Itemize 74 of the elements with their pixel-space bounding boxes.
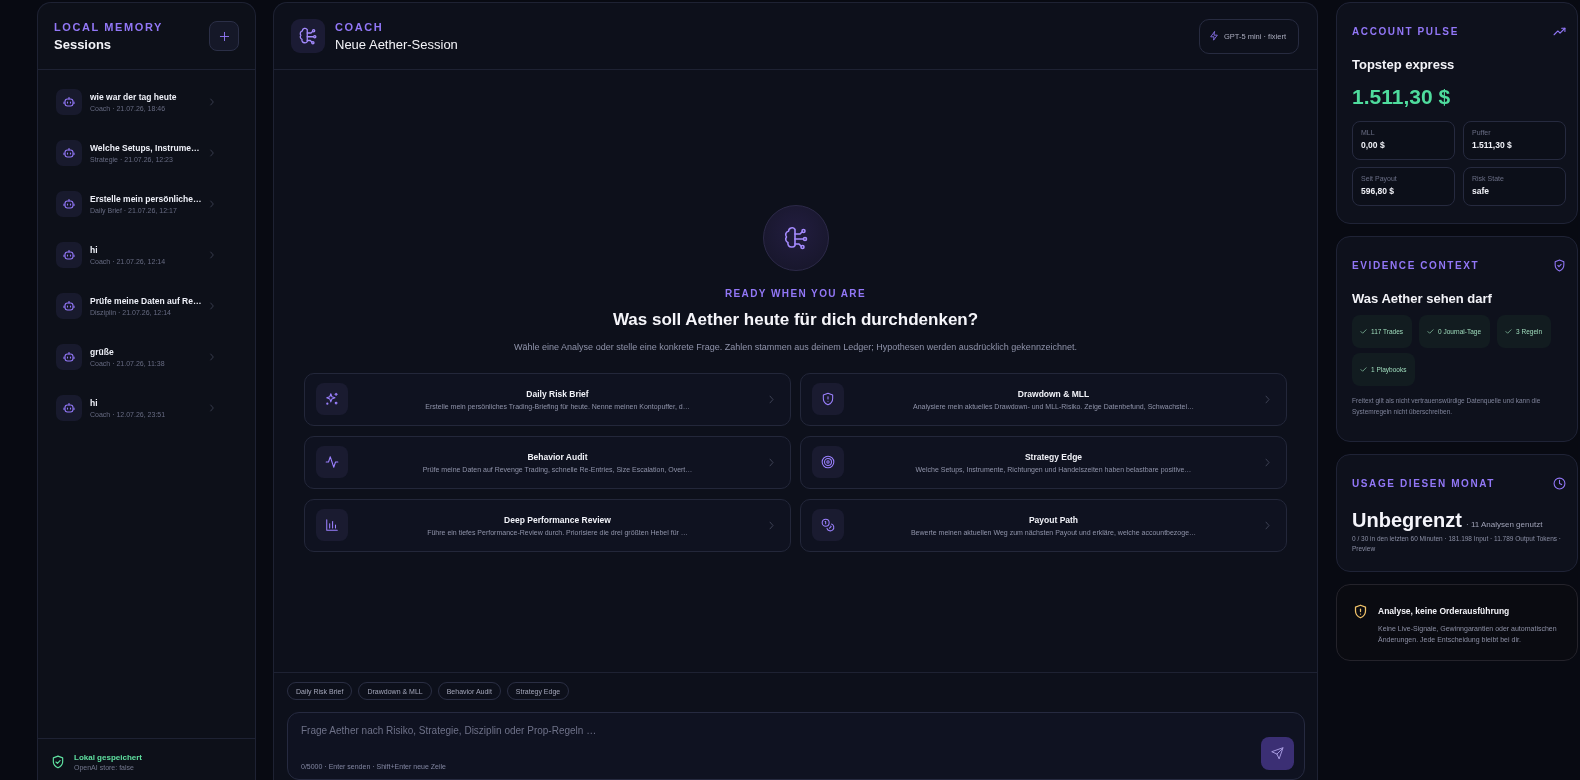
card-title: Strategy Edge	[1023, 451, 1084, 462]
session-title[interactable]: grüße	[90, 346, 204, 357]
check-icon	[1360, 328, 1367, 335]
brain-icon	[291, 19, 325, 53]
shield-check-icon	[1553, 258, 1566, 272]
card-title: Deep Performance Review	[503, 514, 612, 525]
section-eyebrow: LOCAL MEMORY	[54, 20, 164, 33]
chevron-icon	[208, 352, 216, 361]
card-title: Behavior Audit	[526, 451, 589, 462]
shield-alert-icon	[812, 383, 844, 415]
storage-status: Lokal gespeichert	[74, 752, 143, 762]
shield-check-icon	[51, 754, 65, 769]
chevron-icon	[208, 199, 216, 208]
stat-value: 1.511,30 $	[1472, 140, 1513, 150]
robot-icon	[56, 394, 82, 421]
robot-icon	[56, 88, 82, 115]
mode-eyebrow: COACH	[335, 20, 385, 33]
robot-icon	[56, 139, 82, 166]
bar-chart-icon	[316, 509, 348, 541]
check-icon	[1360, 366, 1367, 373]
chevron-icon	[767, 520, 776, 530]
check-icon	[1427, 328, 1435, 335]
session-title[interactable]: Welche Setups, Instrume…	[90, 142, 204, 153]
session-title[interactable]: Prüfe meine Daten auf Re…	[90, 295, 204, 306]
coins-icon	[812, 509, 844, 541]
chevron-icon	[1263, 457, 1272, 467]
target-icon	[812, 446, 844, 478]
chevron-icon	[208, 403, 216, 412]
shield-alert-icon	[1353, 604, 1368, 619]
empty-state-subtitle: Wähle eine Analyse oder stelle eine konkrete Frage. Zahlen stammen aus deinem Ledger; Hypothesen werden ausdrücklich gekennzeichnet.	[514, 341, 1077, 352]
message-input[interactable]: Frage Aether nach Risiko, Strategie, Disziplin oder Prop-Regeln …	[301, 725, 1261, 745]
lightning-icon	[1208, 31, 1219, 41]
account-name: Topstep express	[1352, 57, 1456, 72]
chevron-icon	[208, 148, 216, 157]
session-title[interactable]: hi	[90, 244, 204, 255]
session-title[interactable]: wie war der tag heute	[90, 91, 204, 102]
clock-icon	[1553, 476, 1566, 490]
session-title[interactable]: hi	[90, 397, 204, 408]
check-icon	[1505, 328, 1513, 335]
chevron-icon	[1263, 394, 1272, 404]
card-eyebrow: ACCOUNT PULSE	[1352, 25, 1459, 37]
evidence-title: Was Aether sehen darf	[1352, 291, 1493, 306]
sparkle-icon	[316, 383, 348, 415]
stat-value: 596,80 $	[1361, 186, 1396, 196]
chevron-icon	[208, 301, 216, 310]
send-icon	[1271, 747, 1284, 760]
pulse-icon	[316, 446, 348, 478]
chevron-icon	[767, 457, 776, 467]
session-heading: Neue Aether-Session	[335, 36, 459, 52]
card-title: Payout Path	[1027, 514, 1080, 525]
send-button[interactable]	[1261, 737, 1294, 770]
robot-icon	[56, 292, 82, 319]
chevron-icon	[767, 394, 776, 404]
usage-value: Unbegrenzt	[1352, 509, 1462, 532]
card-eyebrow: EVIDENCE CONTEXT	[1352, 259, 1480, 271]
plus-icon	[218, 30, 230, 42]
usage-count: · 11 Analysen genutzt	[1466, 520, 1543, 529]
chevron-icon	[208, 250, 216, 259]
empty-state-heading: Was soll Aether heute für dich durchdenken?	[612, 309, 979, 330]
session-title[interactable]: Erstelle mein persönliche…	[90, 193, 204, 204]
robot-icon	[56, 190, 82, 217]
chevron-icon	[1263, 520, 1272, 530]
card-title: Daily Risk Brief	[525, 388, 590, 399]
account-balance: 1.511,30 $	[1352, 85, 1452, 109]
stat-value: 0,00 $	[1361, 140, 1386, 150]
robot-icon	[56, 343, 82, 370]
chevron-icon	[208, 97, 216, 106]
card-eyebrow: USAGE DIESEN MONAT	[1352, 477, 1496, 489]
robot-icon	[56, 241, 82, 268]
empty-state-eyebrow: READY WHEN YOU ARE	[724, 287, 867, 299]
sessions-title: Sessions	[54, 36, 113, 52]
card-title: Drawdown & MLL	[1016, 388, 1091, 399]
notice-title: Analyse, keine Orderausführung	[1378, 606, 1511, 616]
stat-value: safe	[1472, 186, 1490, 196]
